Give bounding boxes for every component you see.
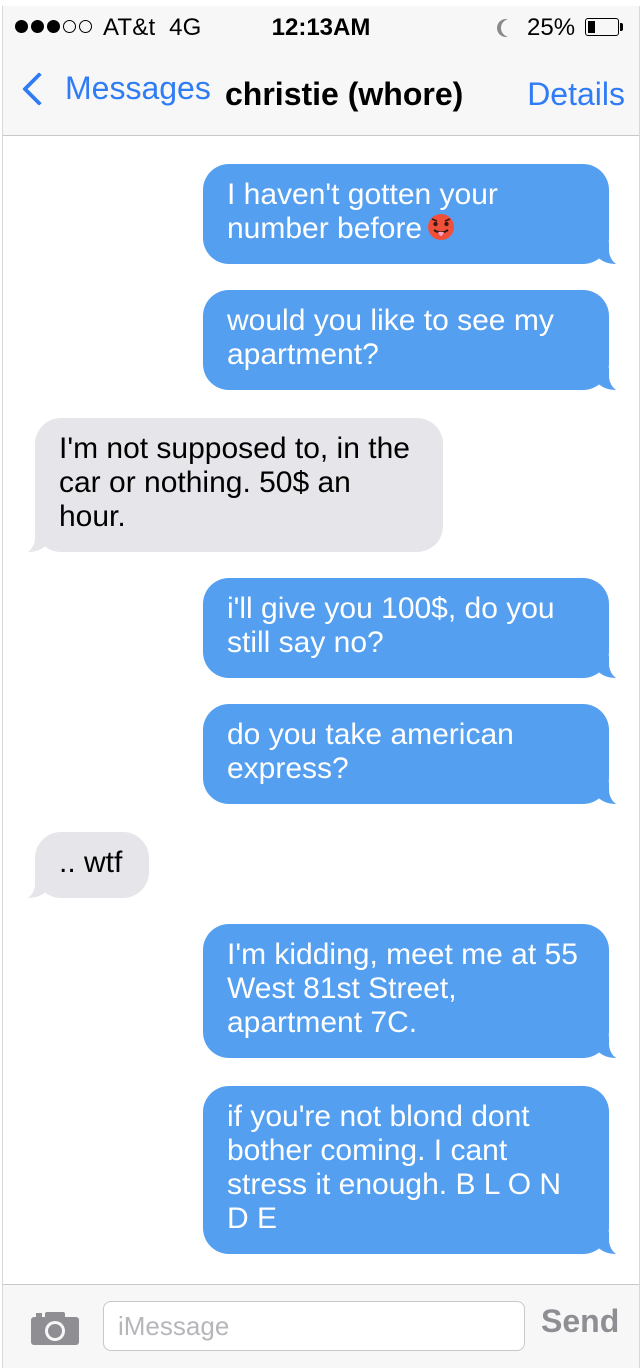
message-bubble-sent: do you take american express?: [203, 704, 633, 806]
message-text: i'll give you 100$, do you still say no?: [227, 592, 555, 659]
message-bubble-sent: would you like to see my apartment?: [203, 290, 633, 392]
message-text: would you like to see my apartment?: [227, 304, 554, 371]
message-text: I haven't gotten your number before: [227, 178, 498, 245]
back-button[interactable]: Messages: [17, 70, 211, 107]
message-text: I'm not supposed to, in the car or nothi…: [59, 432, 410, 533]
message-text: if you're not blond dont bother coming. …: [227, 1100, 562, 1235]
message-text: do you take american express?: [227, 718, 514, 785]
message-bubble-sent: I'm kidding, meet me at 55 West 81st Str…: [203, 924, 633, 1060]
message-bubble-sent: if you're not blond dont bother coming. …: [203, 1086, 633, 1256]
imessage-input[interactable]: [103, 1301, 525, 1351]
hot-face-emoji-icon: [426, 212, 456, 250]
battery-level: [588, 21, 595, 33]
message-input-bar: Send: [3, 1284, 639, 1368]
battery-percent: 25%: [527, 14, 576, 41]
message-thread[interactable]: I haven't gotten your number before woul…: [3, 137, 639, 1282]
navigation-bar: Messages christie (whore) Details: [3, 46, 639, 136]
status-bar: AT&t 4G 12:13AM 25%: [3, 6, 639, 46]
message-bubble-sent: I haven't gotten your number before: [203, 164, 633, 266]
message-bubble-received: .. wtf: [11, 832, 149, 900]
message-text: .. wtf: [59, 846, 123, 879]
camera-icon: [31, 1312, 79, 1345]
message-text: I'm kidding, meet me at 55 West 81st Str…: [227, 938, 578, 1039]
battery-icon: [585, 18, 619, 36]
contact-name: christie (whore): [225, 76, 464, 112]
send-button[interactable]: Send: [541, 1303, 619, 1340]
moon-icon: [501, 19, 519, 37]
message-bubble-received: I'm not supposed to, in the car or nothi…: [11, 418, 443, 554]
back-button-label: Messages: [65, 70, 211, 106]
details-button[interactable]: Details: [527, 76, 625, 113]
messages-app: AT&t 4G 12:13AM 25% Messages christie (w…: [2, 6, 640, 1368]
camera-button[interactable]: [29, 1309, 81, 1352]
battery-tip: [620, 23, 623, 31]
message-bubble-sent: i'll give you 100$, do you still say no?: [203, 578, 633, 680]
chevron-left-icon: [22, 71, 56, 106]
